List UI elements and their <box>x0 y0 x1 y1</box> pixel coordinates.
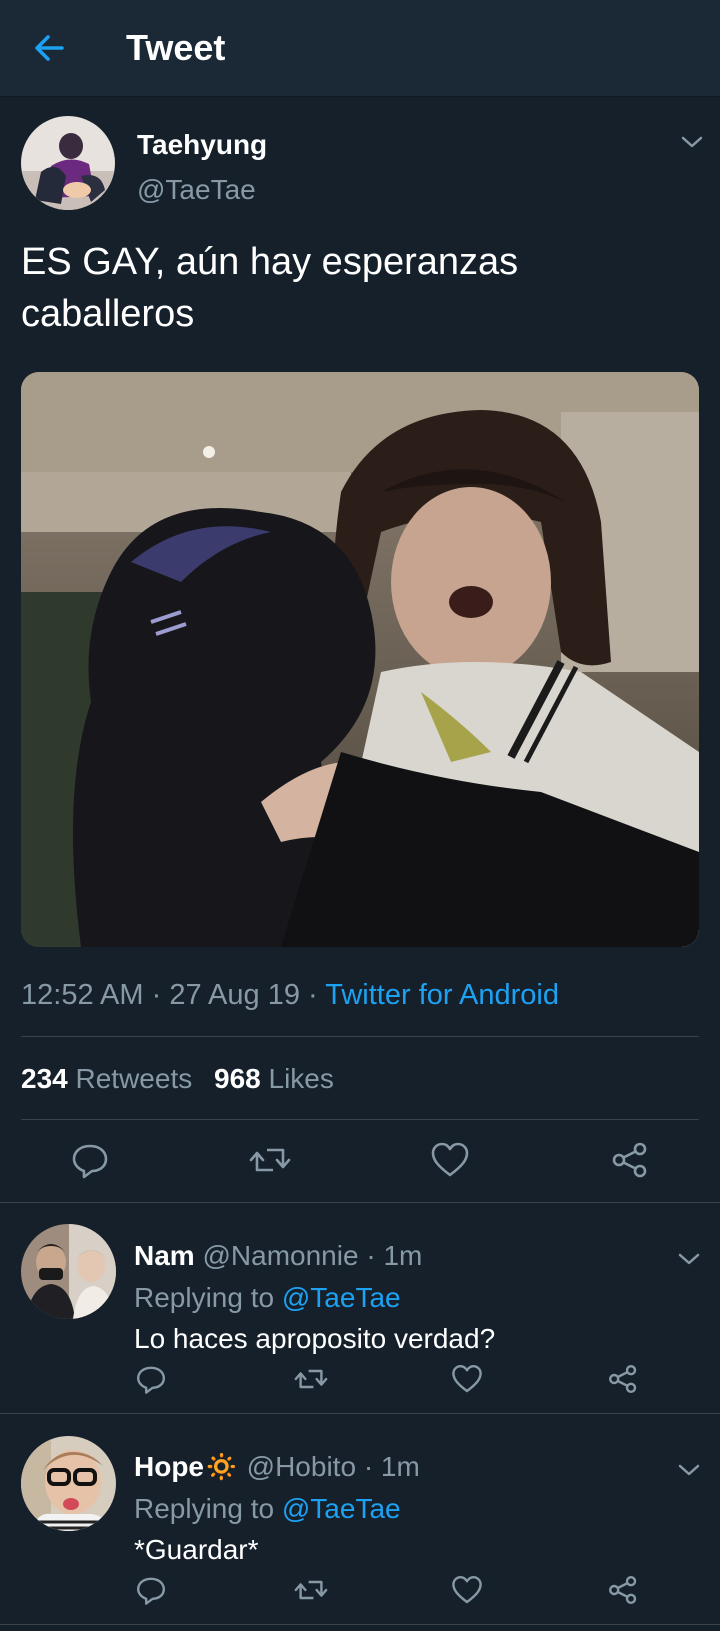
reply-button[interactable] <box>135 1363 167 1400</box>
share-button[interactable] <box>607 1574 639 1611</box>
chevron-down-icon <box>681 136 703 148</box>
meta-separator: · <box>366 1240 376 1271</box>
meta-separator: · <box>151 979 162 1011</box>
meta-separator: · <box>363 1451 374 1482</box>
back-button[interactable] <box>28 26 72 70</box>
reply-icon <box>137 1577 165 1605</box>
tweet-date: 27 Aug 19 <box>169 979 300 1011</box>
reply-author-handle[interactable]: @Namonnie <box>202 1240 358 1271</box>
tweet-media-image[interactable] <box>21 372 699 947</box>
sun-emoji-icon: 🔅 <box>204 1451 239 1482</box>
reply-icon <box>72 1144 108 1179</box>
retweets-stat[interactable]: 234 Retweets <box>21 1063 200 1094</box>
like-button[interactable] <box>451 1363 483 1400</box>
reply-button[interactable] <box>70 1140 110 1185</box>
like-button[interactable] <box>451 1574 483 1611</box>
replying-to-label: Replying to <box>134 1493 275 1524</box>
reply-button[interactable] <box>135 1574 167 1611</box>
likes-label: Likes <box>268 1063 334 1094</box>
reply-author-name[interactable]: Hope <box>134 1451 204 1482</box>
share-icon <box>609 1365 637 1393</box>
likes-count: 968 <box>214 1063 261 1094</box>
share-icon <box>609 1576 637 1604</box>
reply-text: *Guardar* <box>134 1534 259 1565</box>
divider <box>0 1624 720 1625</box>
reply-author-name[interactable]: Nam <box>134 1240 195 1271</box>
replying-to: Replying to @TaeTae <box>134 1492 401 1526</box>
retweet-button[interactable] <box>294 1574 328 1611</box>
likes-stat[interactable]: 968 Likes <box>214 1063 334 1094</box>
reply-avatar[interactable] <box>21 1224 116 1319</box>
tweet-text: ES GAY, aún hay esperanzas caballeros <box>21 241 519 335</box>
tweet-meta: 12:52 AM · 27 Aug 19 · Twitter for Andro… <box>21 978 559 1012</box>
reply-time: 1m <box>380 1451 420 1482</box>
reply-icon <box>137 1366 165 1394</box>
reply-menu-button[interactable] <box>675 1460 703 1480</box>
reply-tweet[interactable]: Hope🔅 @Hobito · 1m Replying to @TaeTae *… <box>0 1414 720 1624</box>
like-button[interactable] <box>430 1140 470 1185</box>
tweet-source-link[interactable]: Twitter for Android <box>325 979 559 1011</box>
meta-separator: · <box>308 979 318 1011</box>
replying-to: Replying to @TaeTae <box>134 1281 401 1315</box>
divider <box>21 1036 699 1037</box>
tweet-stats: 234 Retweets 968 Likes <box>21 1062 334 1096</box>
reply-author-handle[interactable]: @Hobito <box>247 1451 356 1482</box>
reply-menu-button[interactable] <box>675 1249 703 1269</box>
retweets-label: Retweets <box>75 1063 193 1094</box>
chevron-down-icon <box>678 1253 700 1265</box>
chevron-down-icon <box>678 1464 700 1476</box>
reply-text: Lo haces aproposito verdad? <box>134 1323 496 1354</box>
retweet-icon <box>294 1369 328 1389</box>
retweet-button[interactable] <box>249 1140 291 1185</box>
reply-header: Hope🔅 @Hobito · 1m <box>134 1450 420 1484</box>
share-icon <box>612 1142 647 1178</box>
replying-to-label: Replying to <box>134 1282 275 1313</box>
divider <box>21 1119 699 1120</box>
reply-header: Nam @Namonnie · 1m <box>134 1239 422 1273</box>
tweet-time: 12:52 AM <box>21 979 144 1011</box>
heart-icon <box>452 1365 482 1393</box>
replying-to-handle[interactable]: @TaeTae <box>282 1493 401 1524</box>
retweet-icon <box>249 1148 291 1172</box>
replying-to-handle[interactable]: @TaeTae <box>282 1282 401 1313</box>
retweets-count: 234 <box>21 1063 68 1094</box>
author-handle[interactable]: @TaeTae <box>137 173 256 207</box>
heart-icon <box>452 1576 482 1604</box>
heart-icon <box>431 1142 469 1177</box>
tweet-menu-button[interactable] <box>678 132 706 152</box>
share-button[interactable] <box>610 1140 650 1185</box>
page-title: Tweet <box>126 27 226 68</box>
top-bar: Tweet <box>0 0 720 97</box>
arrow-left-icon <box>35 35 64 61</box>
author-name[interactable]: Taehyung <box>137 128 267 162</box>
reply-avatar[interactable] <box>21 1436 116 1531</box>
reply-tweet[interactable]: Nam @Namonnie · 1m Replying to @TaeTae L… <box>0 1203 720 1413</box>
reply-time: 1m <box>383 1240 423 1271</box>
share-button[interactable] <box>607 1363 639 1400</box>
retweet-button[interactable] <box>294 1363 328 1400</box>
author-avatar[interactable] <box>21 116 115 210</box>
retweet-icon <box>294 1580 328 1600</box>
